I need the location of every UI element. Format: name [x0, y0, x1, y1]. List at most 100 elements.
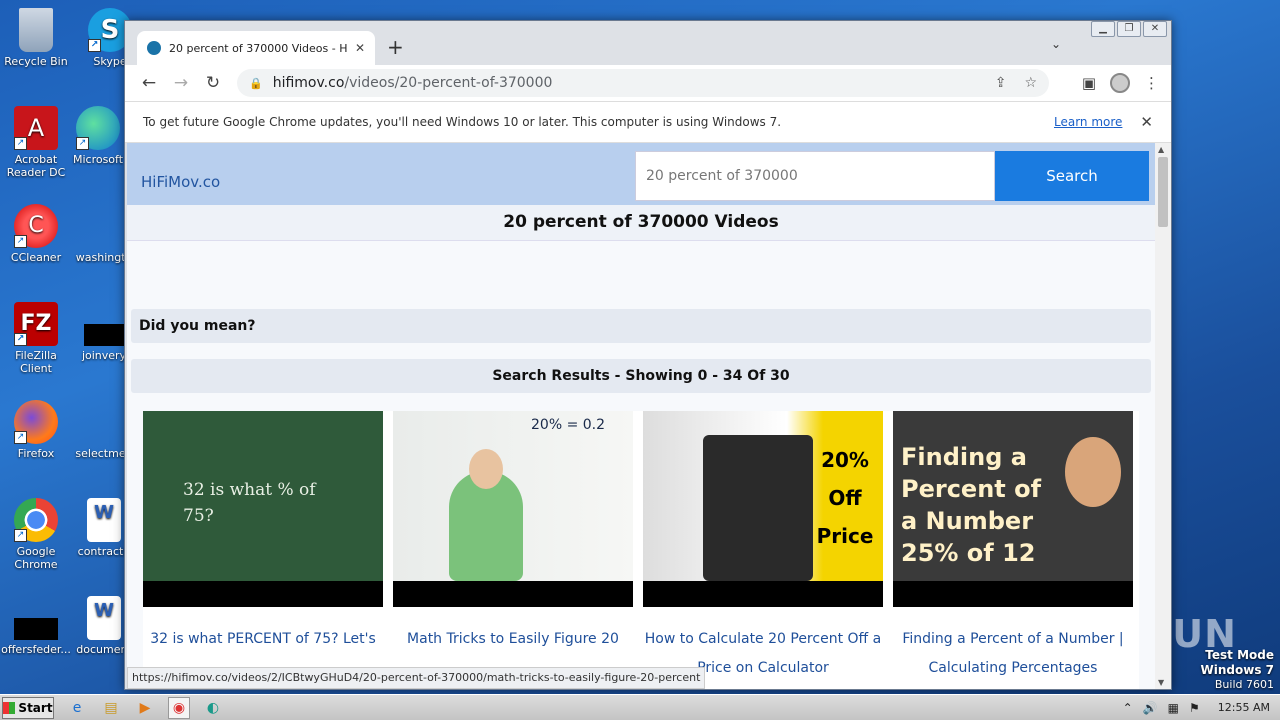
- video-grid: 32 is what % of 75? 32 is what PERCENT o…: [143, 411, 1139, 689]
- thumbnail-caption: 20% Off Price: [816, 448, 874, 548]
- url-path: /videos/20-percent-of-370000: [344, 75, 553, 91]
- explorer-taskbar-icon[interactable]: ▤: [100, 697, 122, 719]
- video-card[interactable]: 20% Off Price How to Calculate 20 Percen…: [643, 411, 883, 683]
- thumbnail-caption: Finding a Percent of a Number 25% of 12: [901, 443, 1042, 567]
- teacher-head: [469, 449, 503, 489]
- desktop-icon-label: contractb: [77, 545, 131, 558]
- video-thumbnail[interactable]: 20% = 0.2: [393, 411, 633, 607]
- volume-icon[interactable]: 🔊: [1143, 701, 1158, 715]
- search-button[interactable]: Search: [995, 151, 1149, 201]
- windows-logo-icon: [3, 701, 16, 714]
- chrome-window: ▁ ❐ ✕ 20 percent of 370000 Videos - HiFi…: [124, 20, 1172, 690]
- desktop-icon-label: Firefox: [17, 447, 55, 460]
- video-thumbnail[interactable]: Finding a Percent of a Number 25% of 12: [893, 411, 1133, 607]
- desktop-icon-label: Google Chrome: [14, 545, 58, 571]
- acrobat-icon: A ↗: [14, 106, 58, 150]
- page-content: HiFiMov.co 20 percent of 370000 Search 2…: [127, 143, 1155, 689]
- browser-toolbar: ← → ↻ 🔒 hifimov.co/videos/20-percent-of-…: [125, 65, 1171, 101]
- file-icon: [82, 400, 126, 444]
- browser-tab[interactable]: 20 percent of 370000 Videos - HiFiM ✕: [137, 31, 375, 65]
- desktop-icon-offersfeder[interactable]: offersfeder...: [0, 596, 72, 656]
- filezilla-icon: FZ ↗: [14, 302, 58, 346]
- page-title: 20 percent of 370000 Videos: [127, 205, 1155, 241]
- test-mode-line3: Build 7601: [1214, 678, 1274, 691]
- test-mode-line2: Windows 7: [1200, 663, 1274, 677]
- video-card[interactable]: 20% = 0.2 Math Tricks to Easily Figure 2…: [393, 411, 633, 654]
- action-center-flag-icon[interactable]: ⚑: [1189, 701, 1200, 715]
- close-window-button[interactable]: ✕: [1143, 21, 1167, 37]
- clock[interactable]: 12:55 AM: [1218, 701, 1270, 714]
- video-thumbnail[interactable]: 20% Off Price: [643, 411, 883, 607]
- chrome-icon: ↗: [14, 498, 58, 542]
- tab-title: 20 percent of 370000 Videos - HiFiM: [169, 41, 347, 55]
- share-icon[interactable]: ⇪: [995, 75, 1007, 91]
- update-infobar: To get future Google Chrome updates, you…: [125, 101, 1171, 143]
- desktop-icon-filezilla[interactable]: FZ ↗ FileZilla Client: [0, 302, 72, 375]
- chrome-taskbar-icon[interactable]: ◉: [168, 696, 190, 719]
- site-logo[interactable]: HiFiMov.co: [141, 173, 220, 191]
- desktop-icon-label: Acrobat Reader DC: [6, 153, 66, 179]
- firefox-icon: ↗: [14, 400, 58, 444]
- side-panel-icon[interactable]: ▣: [1082, 74, 1096, 92]
- video-title[interactable]: Math Tricks to Easily Figure 20: [393, 607, 633, 654]
- scroll-up-icon[interactable]: ▲: [1158, 145, 1164, 154]
- tab-close-icon[interactable]: ✕: [355, 41, 365, 55]
- network-icon[interactable]: ▦: [1168, 701, 1179, 715]
- word-doc-icon: W: [87, 596, 121, 640]
- bookmark-star-icon[interactable]: ☆: [1024, 75, 1037, 91]
- lock-icon[interactable]: 🔒: [249, 77, 263, 90]
- scroll-down-icon[interactable]: ▼: [1158, 678, 1164, 687]
- desktop-icon-label: CCleaner: [10, 251, 62, 264]
- url-host: hifimov.co: [272, 75, 345, 91]
- desktop-icon-ccleaner[interactable]: C ↗ CCleaner: [0, 204, 72, 264]
- tray-expand-icon[interactable]: ⌃: [1123, 701, 1133, 715]
- minimize-button[interactable]: ▁: [1091, 21, 1115, 37]
- thumbnail-caption: 32 is what % of 75?: [183, 480, 316, 526]
- scrollbar-thumb[interactable]: [1158, 157, 1168, 227]
- page-scrollbar[interactable]: ▲ ▼: [1155, 143, 1171, 689]
- desktop-icon-label: offersfeder...: [1, 643, 71, 656]
- back-button[interactable]: ←: [133, 73, 165, 93]
- desktop-icon-label: Skype: [93, 55, 127, 68]
- ie-taskbar-icon[interactable]: e: [66, 697, 88, 719]
- video-card[interactable]: 32 is what % of 75? 32 is what PERCENT o…: [143, 411, 383, 654]
- new-tab-button[interactable]: +: [387, 35, 404, 59]
- desktop-icon-firefox[interactable]: ↗ Firefox: [0, 400, 72, 460]
- video-title[interactable]: Finding a Percent of a Number | Calculat…: [893, 607, 1133, 683]
- window-controls: ▁ ❐ ✕: [1091, 21, 1167, 37]
- restore-button[interactable]: ❐: [1117, 21, 1141, 37]
- desktop-icon-label: FileZilla Client: [15, 349, 57, 375]
- address-bar[interactable]: 🔒 hifimov.co/videos/20-percent-of-370000…: [237, 69, 1049, 97]
- tab-search-chevron-icon[interactable]: ⌄: [1051, 37, 1061, 51]
- start-label: Start: [18, 700, 53, 715]
- system-tray: ⌃ 🔊 ▦ ⚑ 12:55 AM: [1123, 701, 1280, 715]
- profile-avatar-icon[interactable]: [1110, 73, 1130, 93]
- forward-button[interactable]: →: [165, 73, 197, 93]
- test-mode-line1: Test Mode: [1205, 648, 1274, 662]
- video-card[interactable]: Finding a Percent of a Number 25% of 12 …: [893, 411, 1133, 683]
- menu-kebab-icon[interactable]: ⋮: [1144, 74, 1159, 92]
- infobar-message: To get future Google Chrome updates, you…: [143, 115, 782, 129]
- did-you-mean-heading: Did you mean?: [131, 309, 1151, 343]
- edge-taskbar-icon[interactable]: ◐: [202, 697, 224, 719]
- thumbnail-caption: 20% = 0.2: [531, 417, 606, 433]
- reload-button[interactable]: ↻: [197, 73, 229, 93]
- file-icon: [14, 618, 58, 640]
- media-player-taskbar-icon[interactable]: ▶: [134, 697, 156, 719]
- word-doc-icon: W: [87, 498, 121, 542]
- site-header: HiFiMov.co 20 percent of 370000 Search: [127, 143, 1155, 205]
- calculator-shape: [703, 435, 813, 581]
- recycle-bin-icon: [19, 8, 53, 52]
- infobar-close-icon[interactable]: ✕: [1140, 113, 1153, 131]
- video-thumbnail[interactable]: 32 is what % of 75?: [143, 411, 383, 607]
- edge-icon: ↗: [76, 106, 120, 150]
- desktop-icon-chrome[interactable]: ↗ Google Chrome: [0, 498, 72, 571]
- test-mode-notice: Test Mode Windows 7 Build 7601: [1201, 648, 1274, 692]
- video-title[interactable]: 32 is what PERCENT of 75? Let's: [143, 607, 383, 654]
- learn-more-link[interactable]: Learn more: [1054, 115, 1122, 129]
- results-header: Search Results - Showing 0 - 34 Of 30: [131, 359, 1151, 393]
- ccleaner-icon: C ↗: [14, 204, 58, 248]
- desktop-icon-recycle-bin[interactable]: Recycle Bin: [0, 8, 72, 68]
- search-input[interactable]: 20 percent of 370000: [635, 151, 995, 201]
- start-button[interactable]: Start: [2, 696, 54, 719]
